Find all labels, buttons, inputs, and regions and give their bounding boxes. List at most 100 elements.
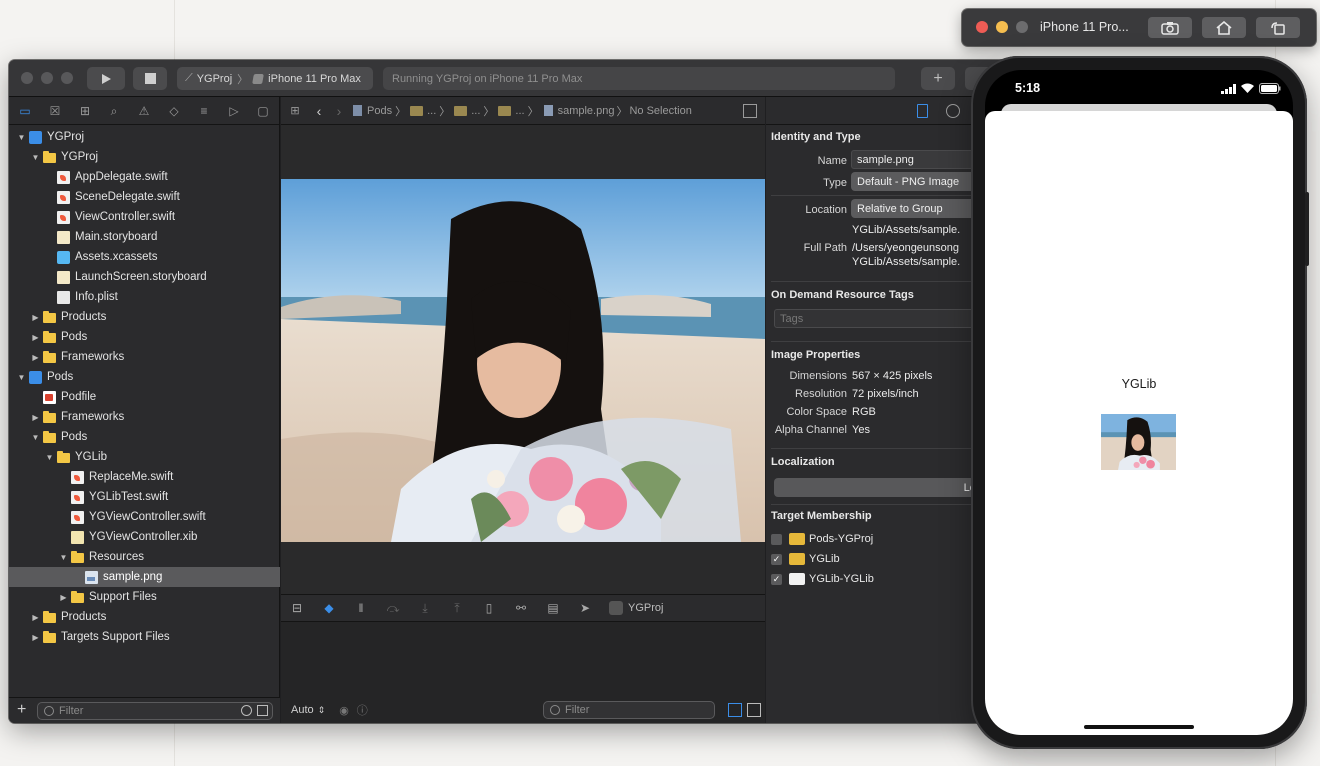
jumpbar-ellipsis-3[interactable]: ... (515, 105, 524, 117)
navigator-item[interactable]: Assets.xcassets (9, 247, 280, 267)
disclosure-closed-icon[interactable]: ▶ (58, 593, 69, 602)
test-icon[interactable]: ◇ (167, 104, 181, 118)
history-icon[interactable] (946, 104, 960, 118)
step-into-icon[interactable]: ⤓ (409, 601, 441, 616)
debug-target[interactable]: YGProj (628, 602, 663, 614)
related-items-icon[interactable]: ⊞ (281, 104, 309, 117)
navigator-item[interactable]: Podfile (9, 387, 280, 407)
disclosure-open-icon[interactable]: ▼ (30, 153, 41, 162)
close-window-button[interactable] (21, 72, 33, 84)
home-indicator[interactable] (1084, 725, 1194, 729)
navigator-item[interactable]: ▶ Products (9, 607, 280, 627)
navigator-item[interactable]: ▶ Frameworks (9, 347, 280, 367)
warning-icon[interactable]: ⚠ (137, 104, 151, 118)
report-icon[interactable]: ▢ (256, 104, 270, 118)
run-button[interactable] (87, 67, 125, 90)
navigator-filter-input[interactable]: Filter (37, 702, 273, 720)
recent-icon[interactable] (241, 705, 252, 716)
breakpoint-icon[interactable]: ▷ (227, 104, 241, 118)
variables-scope-select[interactable]: Auto (291, 704, 314, 716)
navigator-item[interactable]: ▼ YGProj (9, 147, 280, 167)
navigator-item[interactable]: YGViewController.xib (9, 527, 280, 547)
location-icon[interactable]: ➤ (569, 601, 601, 615)
show-variables-icon[interactable] (728, 703, 742, 717)
navigator-item[interactable]: Main.storyboard (9, 227, 280, 247)
zoom-window-button[interactable] (1016, 21, 1028, 33)
scm-filter-icon[interactable] (257, 705, 268, 716)
disclosure-open-icon[interactable]: ▼ (16, 133, 27, 142)
disclosure-closed-icon[interactable]: ▶ (30, 413, 41, 422)
disclosure-open-icon[interactable]: ▼ (16, 373, 27, 382)
checkbox-checked[interactable]: ✓ (771, 553, 782, 565)
navigator-item[interactable]: ▼ Pods (9, 367, 280, 387)
environment-icon[interactable]: ▤ (537, 601, 569, 615)
disclosure-closed-icon[interactable]: ▶ (30, 313, 41, 322)
navigator-item[interactable]: YGViewController.swift (9, 507, 280, 527)
step-over-icon[interactable]: ⤼ (377, 601, 409, 616)
jumpbar-selection[interactable]: No Selection (629, 105, 691, 117)
swift-file-icon (71, 470, 84, 484)
navigator-item[interactable]: Info.plist (9, 287, 280, 307)
jumpbar-ellipsis-2[interactable]: ... (471, 105, 480, 117)
navigator-item[interactable]: ▼ YGProj (9, 127, 280, 147)
disclosure-open-icon[interactable]: ▼ (30, 433, 41, 442)
source-control-icon[interactable]: ☒ (48, 104, 62, 118)
close-window-button[interactable] (976, 21, 988, 33)
rotate-button[interactable] (1256, 17, 1300, 38)
navigator-item[interactable]: ReplaceMe.swift (9, 467, 280, 487)
navigator-item[interactable]: AppDelegate.swift (9, 167, 280, 187)
home-button[interactable] (1202, 17, 1246, 38)
hide-debug-icon[interactable]: ⊟ (281, 601, 313, 615)
checkbox-checked[interactable]: ✓ (771, 573, 782, 585)
scheme-selector[interactable]: ⟋ YGProj 〉 iPhone 11 Pro Max (177, 67, 373, 90)
info-icon[interactable]: ⓘ (357, 702, 368, 718)
memory-graph-icon[interactable]: ⚯ (505, 601, 537, 615)
disclosure-closed-icon[interactable]: ▶ (30, 333, 41, 342)
navigator-item[interactable]: LaunchScreen.storyboard (9, 267, 280, 287)
add-file-button[interactable]: + (17, 701, 26, 719)
navigator-item[interactable]: ▶ Pods (9, 327, 280, 347)
power-button[interactable] (1305, 192, 1309, 266)
breakpoints-toggle-icon[interactable]: ◆ (313, 601, 345, 615)
console-filter-input[interactable]: Filter (543, 701, 715, 719)
navigator-item[interactable]: ▶ Targets Support Files (9, 627, 280, 647)
navigator-item[interactable]: ▼ Resources (9, 547, 280, 567)
zoom-window-button[interactable] (61, 72, 73, 84)
forward-button[interactable]: › (329, 103, 349, 119)
eye-icon[interactable]: ◉ (339, 704, 349, 717)
navigator-item[interactable]: ▶ Support Files (9, 587, 280, 607)
navigator-item[interactable]: ▶ Products (9, 307, 280, 327)
disclosure-closed-icon[interactable]: ▶ (30, 353, 41, 362)
folder-icon[interactable]: ▭ (18, 104, 32, 118)
disclosure-closed-icon[interactable]: ▶ (30, 633, 41, 642)
navigator-item[interactable]: ▼ Pods (9, 427, 280, 447)
jumpbar-file[interactable]: sample.png (558, 105, 615, 117)
disclosure-open-icon[interactable]: ▼ (58, 553, 69, 562)
show-console-icon[interactable] (747, 703, 761, 717)
minimize-window-button[interactable] (996, 21, 1008, 33)
navigator-item[interactable]: ViewController.swift (9, 207, 280, 227)
navigator-item[interactable]: SceneDelegate.swift (9, 187, 280, 207)
disclosure-open-icon[interactable]: ▼ (44, 453, 55, 462)
navigator-item[interactable]: ▼ YGLib (9, 447, 280, 467)
search-icon[interactable]: ⌕ (107, 104, 121, 118)
add-editor-icon[interactable] (743, 104, 757, 118)
pause-icon[interactable]: ‖ (345, 601, 377, 615)
navigator-item[interactable]: YGLibTest.swift (9, 487, 280, 507)
minimize-window-button[interactable] (41, 72, 53, 84)
jumpbar-pods[interactable]: Pods (367, 105, 392, 117)
navigator-item[interactable]: sample.png (9, 567, 280, 587)
symbol-icon[interactable]: ⊞ (78, 104, 92, 118)
screenshot-button[interactable] (1148, 17, 1192, 38)
file-inspector-icon[interactable] (917, 104, 928, 118)
disclosure-closed-icon[interactable]: ▶ (30, 613, 41, 622)
navigator-item[interactable]: ▶ Frameworks (9, 407, 280, 427)
debug-icon[interactable]: ≡ (197, 104, 211, 118)
stop-button[interactable] (133, 67, 167, 90)
step-out-icon[interactable]: ⤒ (441, 601, 473, 616)
checkbox-unchecked[interactable] (771, 533, 782, 545)
library-button[interactable]: + (921, 67, 955, 90)
view-debugger-icon[interactable]: ▯ (473, 601, 505, 615)
jumpbar-ellipsis-1[interactable]: ... (427, 105, 436, 117)
back-button[interactable]: ‹ (309, 103, 329, 119)
